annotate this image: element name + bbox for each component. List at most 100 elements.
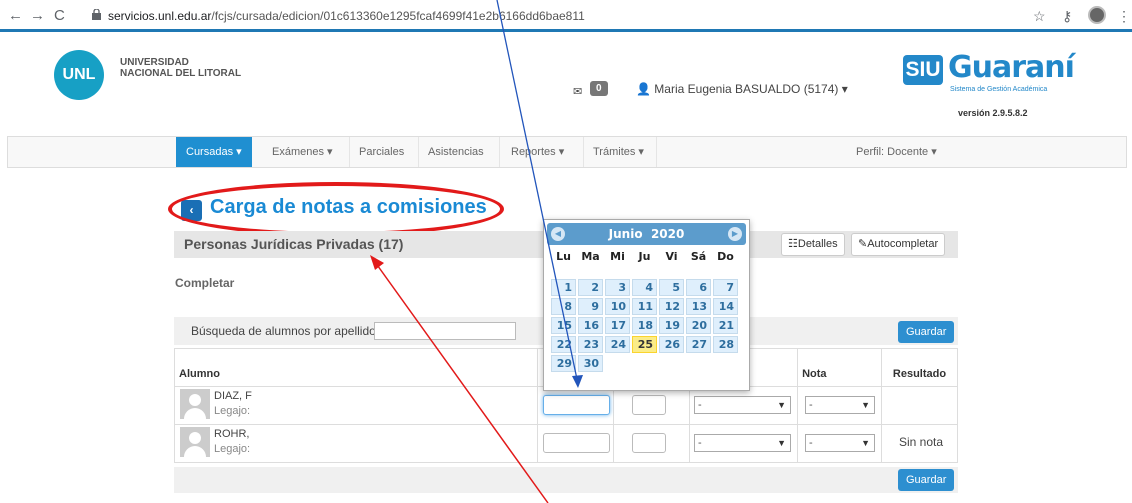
nav-reportes[interactable]: Reportes ▾ [501,137,574,167]
nota-value: - [809,399,813,411]
mail-icon[interactable]: ✉ [573,85,582,98]
autocompletar-button[interactable]: ✎Autocompletar [851,233,945,256]
completar-link[interactable]: Completar [175,276,234,290]
reload-icon[interactable]: C [54,7,65,24]
list-icon: ☷ [788,238,798,250]
browser-toolbar: ← → C servicios.unl.edu.ar/fcjs/cursada/… [0,0,1132,32]
day-cell[interactable]: 20 [686,317,711,334]
weekday-label: Vi [665,250,678,263]
student-name: ROHR, [214,428,250,440]
weekday-label: Mi [610,250,625,263]
prev-month-icon[interactable]: ◀ [551,227,565,241]
day-cell[interactable]: 23 [578,336,603,353]
fecha-input[interactable] [543,433,610,453]
nota-select[interactable]: - ▼ [805,434,875,452]
profile-avatar[interactable] [1088,6,1106,24]
url-path: /fcjs/cursada/edicion/01c613360e1295fcaf… [211,9,585,23]
day-cell[interactable]: 18 [632,317,657,334]
forward-arrow-icon[interactable]: → [30,7,45,24]
autocompletar-label: Autocompletar [867,238,939,250]
datepicker-year: 2020 [650,227,685,241]
day-cell[interactable]: 13 [686,298,711,315]
search-label: Búsqueda de alumnos por apellido [191,324,376,338]
weekday-label: Ju [638,250,651,263]
user-menu[interactable]: 👤 Maria Eugenia BASUALDO (5174) ▾ [636,82,848,96]
back-arrow-icon[interactable]: ← [8,7,23,24]
guarani-logo: Guaraní [948,50,1075,85]
header-resultado: Resultado [880,348,959,387]
datepicker-month-year: Junio 2020 [547,227,746,241]
next-month-icon[interactable]: ▶ [728,227,742,241]
day-cell[interactable]: 27 [686,336,711,353]
day-cell[interactable]: 7 [713,279,738,296]
day-cell[interactable]: 8 [551,298,576,315]
lock-icon [92,9,101,20]
table-footer [174,467,958,493]
day-cell-today[interactable]: 25 [632,336,657,353]
day-cell[interactable]: 26 [659,336,684,353]
address-bar[interactable]: servicios.unl.edu.ar/fcjs/cursada/edicio… [88,4,1088,28]
datepicker-header: Junio 2020 ◀ ▶ [547,223,746,245]
guardar-button-bottom[interactable]: Guardar [898,469,955,491]
annotation-ellipse [168,182,504,236]
day-cell[interactable]: 3 [605,279,630,296]
nota-value: - [809,437,813,449]
student-legajo: Legajo: [214,443,251,455]
condicion-select[interactable]: - ▼ [694,396,791,414]
day-cell[interactable]: 21 [713,317,738,334]
wrench-icon: ✎ [858,238,868,250]
day-cell[interactable]: 4 [632,279,657,296]
folio-input[interactable] [632,433,666,453]
day-cell[interactable]: 19 [659,317,684,334]
day-cell[interactable]: 10 [605,298,630,315]
course-name: Personas Jurídicas Privadas (17) [184,236,404,252]
folio-input[interactable] [632,395,666,415]
guarani-subtitle: Sistema de Gestión Académica [950,86,1048,93]
nav-perfil[interactable]: Perfil: Docente ▾ [846,137,947,167]
nav-cursadas[interactable]: Cursadas ▾ [176,137,252,167]
fecha-input[interactable] [543,395,610,415]
unl-name-line2: NACIONAL DEL LITORAL [120,68,242,79]
day-cell[interactable]: 15 [551,317,576,334]
menu-dots-icon[interactable]: ⋮ [1117,8,1131,25]
day-cell[interactable]: 30 [578,355,603,372]
user-icon: 👤 [636,82,651,96]
detalles-label: Detalles [797,238,838,250]
day-cell[interactable]: 16 [578,317,603,334]
star-icon[interactable]: ☆ [1033,8,1046,25]
condicion-value: - [698,437,702,449]
day-cell[interactable]: 2 [578,279,603,296]
nota-select[interactable]: - ▼ [805,396,875,414]
unl-logo[interactable]: UNL [54,50,104,100]
day-cell[interactable]: 5 [659,279,684,296]
user-name: Maria Eugenia BASUALDO (5174) ▾ [654,82,848,96]
day-cell[interactable]: 28 [713,336,738,353]
detalles-button[interactable]: ☷Detalles [781,233,845,256]
day-cell[interactable]: 6 [686,279,711,296]
day-cell[interactable]: 14 [713,298,738,315]
nav-tramites[interactable]: Trámites ▾ [583,137,654,167]
key-icon[interactable]: ⚷ [1062,8,1072,25]
day-cell[interactable]: 1 [551,279,576,296]
day-cell[interactable]: 12 [659,298,684,315]
day-cell[interactable]: 29 [551,355,576,372]
student-avatar [180,427,210,457]
condicion-value: - [698,399,702,411]
day-cell[interactable]: 17 [605,317,630,334]
day-cell[interactable]: 24 [605,336,630,353]
chevron-down-icon: ▼ [777,400,786,410]
day-cell[interactable]: 9 [578,298,603,315]
guardar-button-top[interactable]: Guardar [898,321,955,343]
day-cell[interactable]: 11 [632,298,657,315]
nav-examenes[interactable]: Exámenes ▾ [262,137,343,167]
condicion-select[interactable]: - ▼ [694,434,791,452]
unl-name-line1: UNIVERSIDAD [120,57,189,68]
nav-asistencias[interactable]: Asistencias [418,137,494,167]
url-text: servicios.unl.edu.ar/fcjs/cursada/edicio… [108,9,585,23]
mail-count-badge[interactable]: 0 [590,81,608,96]
header-alumno: Alumno [173,348,539,387]
student-avatar [180,389,210,419]
search-input[interactable] [374,322,516,340]
nav-parciales[interactable]: Parciales [349,137,414,167]
day-cell[interactable]: 22 [551,336,576,353]
